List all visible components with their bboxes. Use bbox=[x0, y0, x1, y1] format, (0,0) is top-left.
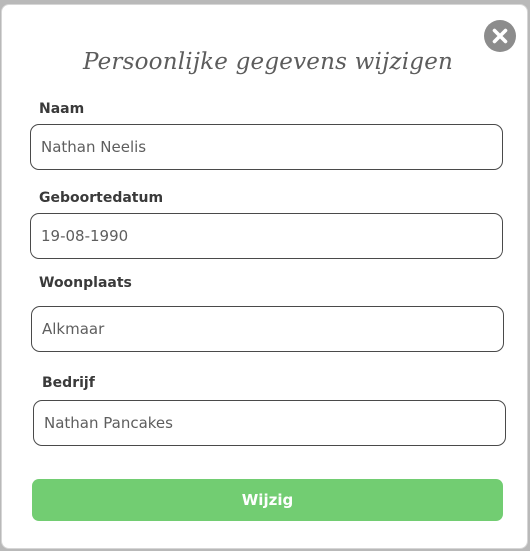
birthdate-input[interactable] bbox=[30, 213, 503, 259]
company-input[interactable] bbox=[33, 400, 506, 446]
close-icon bbox=[492, 28, 508, 44]
birthdate-label: Geboortedatum bbox=[39, 190, 164, 206]
submit-button[interactable]: Wijzig bbox=[32, 479, 503, 521]
city-label: Woonplaats bbox=[39, 275, 132, 291]
company-label: Bedrijf bbox=[42, 375, 95, 391]
edit-personal-details-modal: Persoonlijke gegevens wijzigen Naam Gebo… bbox=[1, 4, 528, 549]
close-button[interactable] bbox=[484, 20, 516, 52]
city-input[interactable] bbox=[31, 306, 504, 352]
modal-title: Persoonlijke gegevens wijzigen bbox=[82, 49, 454, 75]
name-input[interactable] bbox=[30, 124, 503, 170]
name-label: Naam bbox=[39, 101, 85, 117]
